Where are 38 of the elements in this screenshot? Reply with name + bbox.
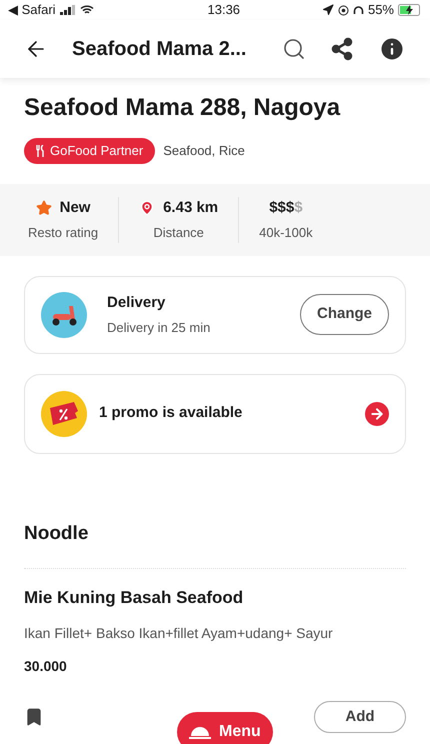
signal-icon — [60, 5, 76, 15]
stat-label: 40k-100k — [259, 224, 313, 242]
delivery-time: Delivery in 25 min — [107, 319, 212, 337]
badge-text: GoFood Partner — [50, 142, 144, 160]
status-time: 13:36 — [208, 1, 240, 20]
scooter-icon — [41, 292, 87, 338]
promo-card[interactable]: 1 promo is available — [24, 374, 406, 454]
battery-icon — [398, 4, 422, 16]
headphones-icon — [352, 4, 364, 16]
stat-value: New — [60, 198, 90, 218]
search-icon[interactable] — [282, 37, 306, 61]
item-name: Mie Kuning Basah Seafood — [24, 587, 244, 609]
stat-value: $$$$ — [269, 198, 303, 218]
battery-percent: 55% — [368, 1, 394, 20]
delivery-title: Delivery — [107, 292, 166, 312]
stat-label: Distance — [153, 224, 204, 242]
wifi-icon — [80, 5, 94, 15]
restaurant-name: Seafood Mama 288, Nagoya — [24, 93, 342, 123]
item-price: 30.000 — [24, 656, 68, 676]
map-pin-icon — [139, 200, 156, 216]
star-icon — [36, 200, 52, 216]
arrow-right-icon — [365, 402, 389, 426]
add-button[interactable]: Add — [314, 700, 406, 733]
stat-value: 6.43 km — [163, 198, 218, 218]
share-icon[interactable] — [330, 37, 354, 61]
location-arrow-icon — [322, 4, 334, 16]
cuisine-text: Seafood, Rice — [163, 142, 245, 160]
cutlery-icon — [36, 144, 46, 157]
back-to-app-link[interactable]: ◀ Safari — [8, 0, 56, 20]
promo-ticket-icon — [41, 390, 87, 436]
menu-button[interactable]: Menu — [177, 712, 273, 744]
change-button[interactable]: Change — [300, 294, 389, 335]
stat-label: Resto rating — [28, 224, 98, 242]
nav-title: Seafood Mama 2... — [72, 37, 248, 62]
item-description: Ikan Fillet+ Bakso Ikan+fillet Ayam+udang+ Sayur — [24, 624, 334, 643]
promo-text: 1 promo is available — [99, 403, 244, 424]
section-title: Noodle — [23, 522, 90, 546]
cloche-icon — [189, 725, 211, 739]
